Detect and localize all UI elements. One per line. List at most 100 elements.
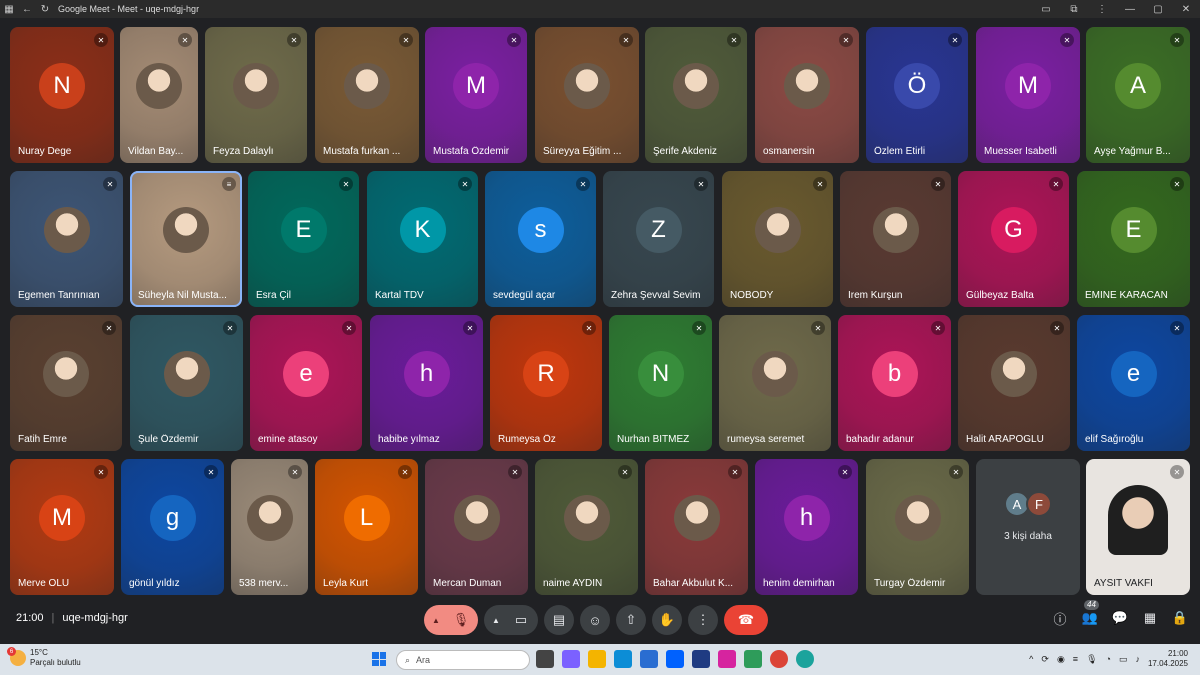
participant-tile[interactable]: ✕ e elif Sağıroğlu (1077, 315, 1190, 451)
app-b-icon[interactable] (692, 650, 710, 668)
participant-tile[interactable]: ✕ Süreyya Eğitim ... (535, 27, 639, 163)
participant-tile[interactable]: ✕ Ö Özlem Etirli (866, 27, 968, 163)
mic-off-icon[interactable]: 🎙 (446, 612, 476, 628)
photos-icon[interactable] (744, 650, 762, 668)
participant-tile[interactable]: ✕ A Ayşe Yağmur B... (1086, 27, 1190, 163)
volume-icon[interactable]: ♪ (1135, 654, 1140, 664)
more-participants-tile[interactable]: AF3 kişi daha (976, 459, 1080, 595)
more-options-button[interactable]: ⋮ (688, 605, 718, 635)
avatar: A (1115, 63, 1161, 109)
participant-tile[interactable]: ✕ h henim demirhan (755, 459, 858, 595)
participant-tile[interactable]: ✕ G Gülbeyaz Balta (958, 171, 1069, 307)
participant-tile[interactable]: ✕ Mercan Duman (425, 459, 528, 595)
participant-tile[interactable]: ✕ b bahadır adanur (838, 315, 951, 451)
start-button[interactable] (372, 652, 386, 666)
store-icon[interactable] (640, 650, 658, 668)
taskview-icon[interactable] (536, 650, 554, 668)
participant-tile[interactable]: ✕ Turgay Özdemir (866, 459, 969, 595)
participant-tile[interactable]: ✕ Fatih Emre (10, 315, 122, 451)
participant-name: Süreyya Eğitim ... (543, 146, 622, 157)
instagram-icon[interactable] (718, 650, 736, 668)
avatar: G (990, 207, 1037, 253)
participant-tile[interactable]: ✕ L Leyla Kurt (315, 459, 418, 595)
participant-tile[interactable]: ✕ Z Zehra Şevval Sevim (603, 171, 714, 307)
present-icon: ⇧ (625, 612, 637, 627)
camera-status-icon[interactable]: ▭ (1032, 4, 1060, 15)
participant-tile[interactable]: ✕ Halit ARAPOGLU (958, 315, 1070, 451)
emoji-button[interactable]: ☺ (580, 605, 610, 635)
participant-tile[interactable]: ✕ NOBODY (722, 171, 833, 307)
audio-options-icon[interactable]: ▲ (426, 616, 446, 625)
participant-tile[interactable]: ✕ osmanersin (755, 27, 859, 163)
taskbar-search[interactable]: ⌕ Ara (396, 650, 530, 670)
raise-hand-button[interactable]: ✋ (652, 605, 682, 635)
camera-tray-icon[interactable]: ◉ (1057, 654, 1065, 665)
info-icon[interactable]: ⓘ (1052, 610, 1068, 627)
participant-tile[interactable]: ✕ N Nuray Dege (10, 27, 114, 163)
chrome-icon[interactable] (770, 650, 788, 668)
edge-icon[interactable] (614, 650, 632, 668)
participant-tile[interactable]: ✕ Şule Özdemir (130, 315, 243, 451)
participant-tile[interactable]: ✕ M Merve OLU (10, 459, 114, 595)
participant-tile[interactable]: ✕ Mustafa furkan ... (315, 27, 419, 163)
close-button[interactable]: ✕ (1172, 4, 1200, 15)
menu-icon[interactable]: ⋮ (1088, 4, 1116, 15)
participant-tile[interactable]: ✕ Feyza Dalaylı (205, 27, 307, 163)
microphone-button[interactable]: ▲ 🎙 (424, 605, 478, 635)
participant-tile[interactable]: ✕ Bahar Akbulut K... (645, 459, 748, 595)
present-button[interactable]: ⇧ (616, 605, 646, 635)
leave-call-button[interactable]: ☎ (724, 605, 768, 635)
participant-name: Mercan Duman (433, 578, 502, 589)
self-video-tile[interactable]: ✕ AYSİT VAKFI (1086, 459, 1190, 595)
participant-tile[interactable]: ✕ e emine atasoy (250, 315, 362, 451)
participant-tile[interactable]: ✕ naime AYDIN (535, 459, 638, 595)
sync-icon[interactable]: ⟳ (1041, 654, 1049, 665)
activities-icon[interactable]: ▦ (1142, 610, 1158, 626)
search-placeholder: Ara (416, 655, 431, 665)
file-explorer-icon[interactable] (588, 650, 606, 668)
participant-name: Egemen Tanrınıan (18, 290, 100, 301)
participant-tile[interactable]: ✕ K Kartal TDV (367, 171, 478, 307)
participant-tile[interactable]: ✕ M Muesser Isabetli (976, 27, 1080, 163)
people-icon[interactable]: 👥 44 (1082, 600, 1099, 626)
participant-tile[interactable]: ✕ R Rumeysa Öz (490, 315, 602, 451)
participant-name: sevdegül açar (493, 290, 556, 301)
camera-button[interactable]: ▲ ▭ (484, 605, 538, 635)
back-icon[interactable]: ← (18, 0, 36, 18)
participant-tile[interactable]: ✕ M Mustafa Özdemir (425, 27, 527, 163)
participant-tile[interactable]: ✕ Şerife Akdeniz (645, 27, 747, 163)
video-options-icon[interactable]: ▲ (486, 616, 506, 625)
participant-tile[interactable]: ✕ 538 merv... (231, 459, 308, 595)
edge-dev-icon[interactable] (796, 650, 814, 668)
participant-tile[interactable]: ✕ g gönül yıldız (121, 459, 224, 595)
clock[interactable]: 21:00 17.04.2025 (1148, 649, 1188, 669)
weather-widget[interactable]: 6 15°C Parçalı bulutlu (7, 647, 81, 668)
participant-tile[interactable]: ✕ İrem Kurşun (840, 171, 951, 307)
participant-tile[interactable]: ≡ Süheyla Nil Musta... (130, 171, 242, 307)
participant-tile[interactable]: ✕ s sevdegül açar (485, 171, 596, 307)
chat-icon[interactable]: 💬 (1112, 610, 1128, 626)
sound-mixer-icon[interactable]: ≡ (1073, 654, 1078, 664)
participant-name: Esra Çil (256, 290, 292, 301)
battery-icon[interactable]: ▭ (1119, 654, 1128, 665)
tray-chevron-icon[interactable]: ^ (1029, 654, 1033, 664)
participant-tile[interactable]: ✕ Egemen Tanrınıan (10, 171, 123, 307)
participant-tile[interactable]: ✕ h habibe yılmaz (370, 315, 483, 451)
captions-button[interactable]: ▤ (544, 605, 574, 635)
camera-icon[interactable]: ▭ (506, 612, 536, 628)
wifi-icon[interactable]: ◔ (1106, 654, 1111, 664)
participant-tile[interactable]: ✕ N Nurhan BİTMEZ (609, 315, 712, 451)
participant-tile[interactable]: ✕ Vildan Bay... (120, 27, 198, 163)
participant-tile[interactable]: ✕ rumeysa seremet (719, 315, 831, 451)
host-controls-icon[interactable]: 🔒 (1172, 610, 1188, 626)
self-video (1108, 485, 1168, 555)
copilot-icon[interactable] (562, 650, 580, 668)
minimize-button[interactable]: — (1116, 4, 1144, 15)
participant-tile[interactable]: ✕ E Esra Çil (248, 171, 359, 307)
reload-icon[interactable]: ↻ (36, 0, 54, 18)
participant-tile[interactable]: ✕ E EMİNE KARACAN (1077, 171, 1190, 307)
extension-icon[interactable]: ⧉ (1060, 4, 1088, 15)
dropbox-icon[interactable] (666, 650, 684, 668)
mic-tray-icon[interactable]: 🎙 (1086, 654, 1097, 665)
maximize-button[interactable]: ▢ (1144, 4, 1172, 15)
